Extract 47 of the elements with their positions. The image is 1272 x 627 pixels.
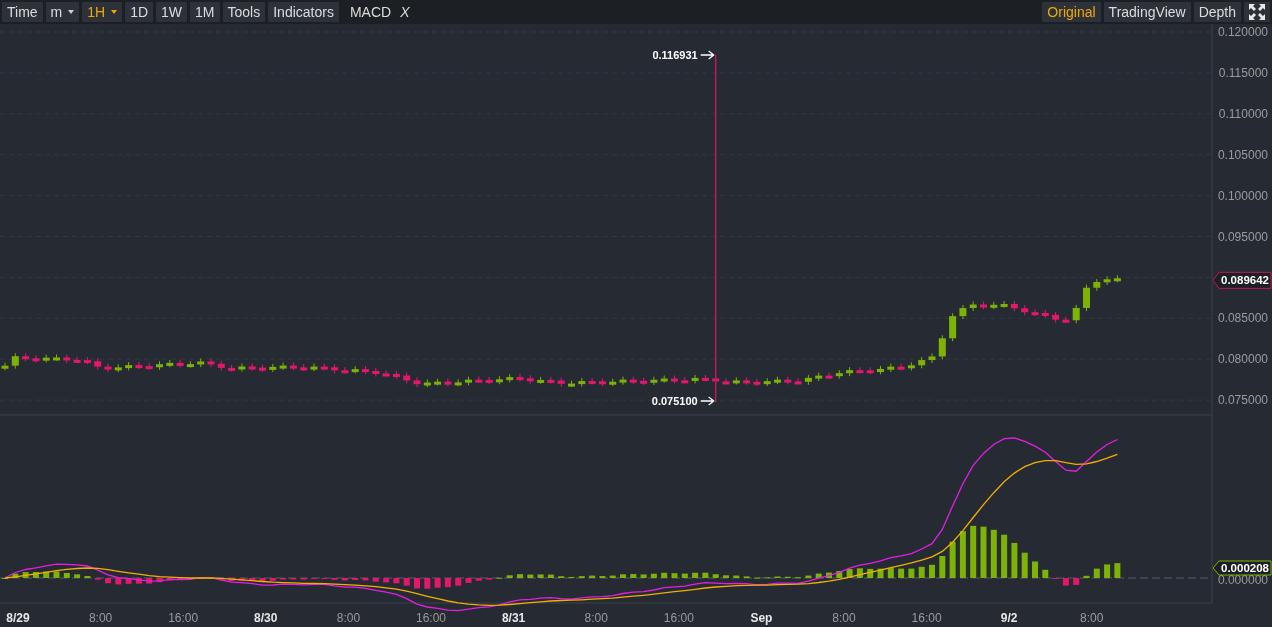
- time-axis-label: Sep: [750, 611, 773, 625]
- price-axis-label: 0.075000: [1217, 393, 1268, 408]
- toolbar-button[interactable]: Indicators: [268, 2, 339, 22]
- macd-axis-label: 0.000000: [1217, 573, 1268, 587]
- toolbar-button[interactable]: Time: [2, 2, 43, 22]
- time-axis-label: 16:00: [168, 611, 199, 625]
- price-axis-label: 0.120000: [1217, 25, 1268, 39]
- arrow-icon: [700, 396, 715, 406]
- fullscreen-button[interactable]: [1244, 2, 1270, 22]
- time-axis-label: 16:00: [663, 611, 694, 625]
- time-axis-label: 8:00: [336, 611, 361, 625]
- time-axis-label: 8/30: [254, 611, 278, 625]
- caret-icon: [68, 10, 75, 14]
- price-axis-label: 0.080000: [1217, 352, 1268, 367]
- toolbar-button[interactable]: 1W: [156, 2, 188, 22]
- price-axis-label: 0.100000: [1217, 188, 1268, 203]
- indicator-label: MACD: [348, 4, 393, 20]
- time-axis-label: 9/2: [1000, 611, 1018, 625]
- toolbar-button[interactable]: 1H: [82, 2, 123, 22]
- caret-icon: [111, 10, 118, 14]
- time-axis-label: 8:00: [584, 611, 608, 625]
- time-axis-label: 16:00: [911, 611, 942, 625]
- price-axis-label: 0.105000: [1217, 147, 1268, 162]
- time-axis-label: 16:00: [416, 611, 446, 625]
- price-axis-label: 0.085000: [1217, 311, 1268, 326]
- low-price-label: 0.075100: [651, 395, 698, 407]
- price-axis-label: 0.110000: [1218, 106, 1268, 121]
- time-axis-label: 8:00: [832, 611, 856, 625]
- price-axis-label: 0.095000: [1217, 229, 1268, 244]
- fullscreen-icon: [1248, 3, 1266, 21]
- time-axis-label: 8/29: [6, 611, 30, 625]
- toolbar-button[interactable]: 1D: [125, 2, 154, 22]
- time-axis-label: 8:00: [1080, 611, 1104, 625]
- view-tab[interactable]: Depth: [1193, 2, 1241, 22]
- view-tab[interactable]: TradingView: [1103, 2, 1191, 22]
- time-axis-label: 8/31: [501, 611, 526, 625]
- toolbar-button[interactable]: m: [45, 2, 80, 22]
- time-axis-label: 8:00: [88, 611, 113, 625]
- price-axis-label: 0.115000: [1218, 65, 1268, 80]
- toolbar-button[interactable]: Tools: [222, 2, 266, 22]
- arrow-icon: [700, 50, 715, 60]
- macd-value-tag: 0.000208: [1212, 560, 1272, 576]
- toolbar-button[interactable]: 1M: [190, 2, 220, 22]
- high-price-label: 0.116931: [652, 49, 698, 61]
- close-button[interactable]: X: [396, 4, 414, 20]
- last-price-tag: 0.089642: [1212, 271, 1272, 289]
- view-tab[interactable]: Original: [1042, 2, 1101, 22]
